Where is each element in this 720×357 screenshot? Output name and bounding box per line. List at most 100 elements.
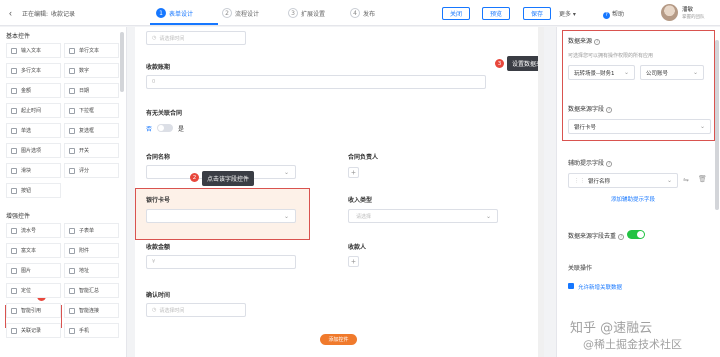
component-icon [69,307,75,314]
more-menu[interactable]: 更多 ▾ [559,9,576,18]
income-type-placeholder: 请选择 [356,213,372,220]
income-type-select[interactable]: 请选择 ⌄ [348,209,498,223]
palette-item-label: 智能汇总 [79,288,100,294]
palette-item-label: 关联记录 [21,328,42,334]
delete-icon[interactable]: 🗑 [698,175,707,183]
palette-item[interactable]: 数字 [64,63,119,78]
editing-label: 正在编辑: [22,11,49,18]
tab-form-design[interactable]: 1 表单设计 [156,6,193,20]
canvas-scrollbar[interactable] [538,27,544,357]
palette-item[interactable]: 日期 [64,83,119,98]
component-icon [69,147,75,154]
palette-item[interactable]: 单行文本 [64,43,119,58]
palette-item-label: 图片选项 [21,148,42,154]
aux-field-label: 辅助提示字段? [568,158,613,167]
period-input[interactable]: 0 [146,75,486,89]
component-icon [69,267,75,274]
palette-item[interactable]: 手机 [64,323,119,338]
contract-question-label: 有无关联合同 [146,110,183,117]
avatar[interactable] [661,4,678,21]
palette-item[interactable]: 复选框 [64,123,119,138]
active-tab-indicator [150,23,218,25]
palette-item[interactable]: 金额 [6,83,61,98]
contract-toggle[interactable] [157,124,173,132]
palette-item-label: 智能引用 [21,308,42,314]
component-icon [11,87,17,94]
palette-item[interactable]: 附件 [64,243,119,258]
amount-input[interactable]: ¥ [146,255,296,269]
component-icon [69,47,75,54]
palette-item[interactable]: 滑块 [6,163,61,178]
chevron-down-icon: ⌄ [485,213,491,220]
palette-item[interactable]: 评分 [64,163,119,178]
chevron-left-icon[interactable]: ‹ [9,8,12,18]
help-link[interactable]: ? 帮助 [603,9,624,19]
save-button[interactable]: 保存 [523,7,551,20]
palette-item[interactable]: 子表单 [64,223,119,238]
palette-item[interactable]: 流水号 [6,223,61,238]
tab-flow-design[interactable]: 2 流程设计 [222,6,259,20]
contract-name-label: 合同名称 [146,154,171,161]
component-icon [11,147,17,154]
add-payee-button[interactable]: + [348,256,359,267]
palette-item[interactable]: 下拉框 [64,103,119,118]
palette-item-label: 按钮 [21,188,32,194]
palette-item[interactable]: 按钮 [6,183,61,198]
tab-extension-settings[interactable]: 3 扩展设置 [288,6,325,20]
component-icon [69,227,75,234]
preview-button[interactable]: 预览 [482,7,510,20]
palette-item-label: 金额 [21,88,32,94]
help-circle-icon: ? [618,234,625,240]
palette-item[interactable]: 输入文本 [6,43,61,58]
palette-item[interactable]: 智能引用 [6,303,61,318]
palette-item-label: 起止时间 [21,108,42,114]
palette-item-label: 多行文本 [21,68,42,74]
allow-new-checkbox[interactable] [568,283,574,289]
contract-owner-label: 合同负责人 [348,154,379,161]
component-icon [11,167,17,174]
palette-item[interactable]: 单选 [6,123,61,138]
palette-item-label: 下拉框 [79,108,95,114]
dedupe-toggle[interactable] [627,230,645,239]
bank-card-select[interactable]: ⌄ [146,209,296,223]
properties-scrollbar[interactable] [715,40,719,210]
component-icon [69,87,75,94]
tooltip-click-field: 点击该字段控件 [202,171,255,186]
add-aux-field-link[interactable]: 添加辅助提示字段 [611,195,655,203]
chevron-down-icon: ⌄ [283,213,289,220]
palette-scrollbar[interactable] [120,32,124,92]
payee-label: 收款人 [348,244,367,251]
confirm-time-input[interactable]: ◷ 请选择时间 [146,303,246,317]
drag-handle-icon[interactable]: ⋮⋮ [574,178,585,184]
palette-item-label: 子表单 [79,228,95,234]
component-palette: 基本控件 增强控件 1 输入文本单行文本多行文本数字金额日期起止时间下拉框单选复… [0,27,127,357]
settings-icon[interactable]: ⇋ [683,176,689,184]
palette-item[interactable]: 关联记录 [6,323,61,338]
palette-item[interactable]: 富文本 [6,243,61,258]
aux-field-select[interactable]: ⋮⋮ 银行名称 ⌄ [568,173,678,188]
palette-item[interactable]: 图片 [6,263,61,278]
palette-item[interactable]: 多行文本 [6,63,61,78]
add-owner-button[interactable]: + [348,167,359,178]
amount-label: 收款金额 [146,244,171,251]
watermark-zhihu: 知乎 @速融云 [570,321,653,336]
component-icon [69,107,75,114]
palette-item[interactable]: 智能汇总 [64,283,119,298]
step-number: 3 [288,8,298,18]
palette-item[interactable]: 起止时间 [6,103,61,118]
close-button[interactable]: 关闭 [442,7,470,20]
palette-item[interactable]: 开关 [64,143,119,158]
data-source-highlight [562,30,715,141]
tab-publish[interactable]: 4 发布 [350,6,375,20]
palette-item[interactable]: 定位 [6,283,61,298]
palette-item-label: 智能连接 [79,308,100,314]
palette-item[interactable]: 智能连接 [64,303,119,318]
top-time-input[interactable]: ◷ 请选择时间 [146,31,246,45]
palette-item[interactable]: 地址 [64,263,119,278]
chevron-down-icon: ⌄ [283,169,289,176]
add-component-button[interactable]: 添加控件 [320,334,357,345]
palette-item-label: 评分 [79,168,90,174]
component-icon [11,227,17,234]
palette-item[interactable]: 图片选项 [6,143,61,158]
palette-item-label: 定位 [21,288,32,294]
